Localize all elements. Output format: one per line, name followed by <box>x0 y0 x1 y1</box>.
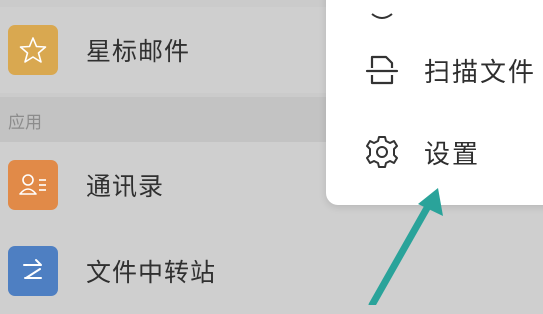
star-icon <box>8 25 58 75</box>
scan-icon <box>365 55 399 85</box>
contacts-icon <box>8 160 58 210</box>
menu-item-label: 设置 <box>424 139 481 170</box>
gear-icon <box>366 136 398 168</box>
list-item-label: 星标邮件 <box>86 37 191 66</box>
popup-menu: 扫描文件 设置 <box>326 0 543 205</box>
list-item-file-transfer[interactable]: 文件中转站 <box>0 228 543 314</box>
transfer-icon <box>8 246 58 296</box>
list-item-label: 通讯录 <box>86 172 165 201</box>
menu-item-scan-file[interactable]: 扫描文件 <box>326 35 543 105</box>
menu-item-label: 扫描文件 <box>424 57 537 88</box>
section-label: 应用 <box>8 113 42 133</box>
menu-item-settings[interactable]: 设置 <box>326 117 543 187</box>
list-item-label: 文件中转站 <box>86 258 217 287</box>
partial-icon <box>371 13 393 19</box>
